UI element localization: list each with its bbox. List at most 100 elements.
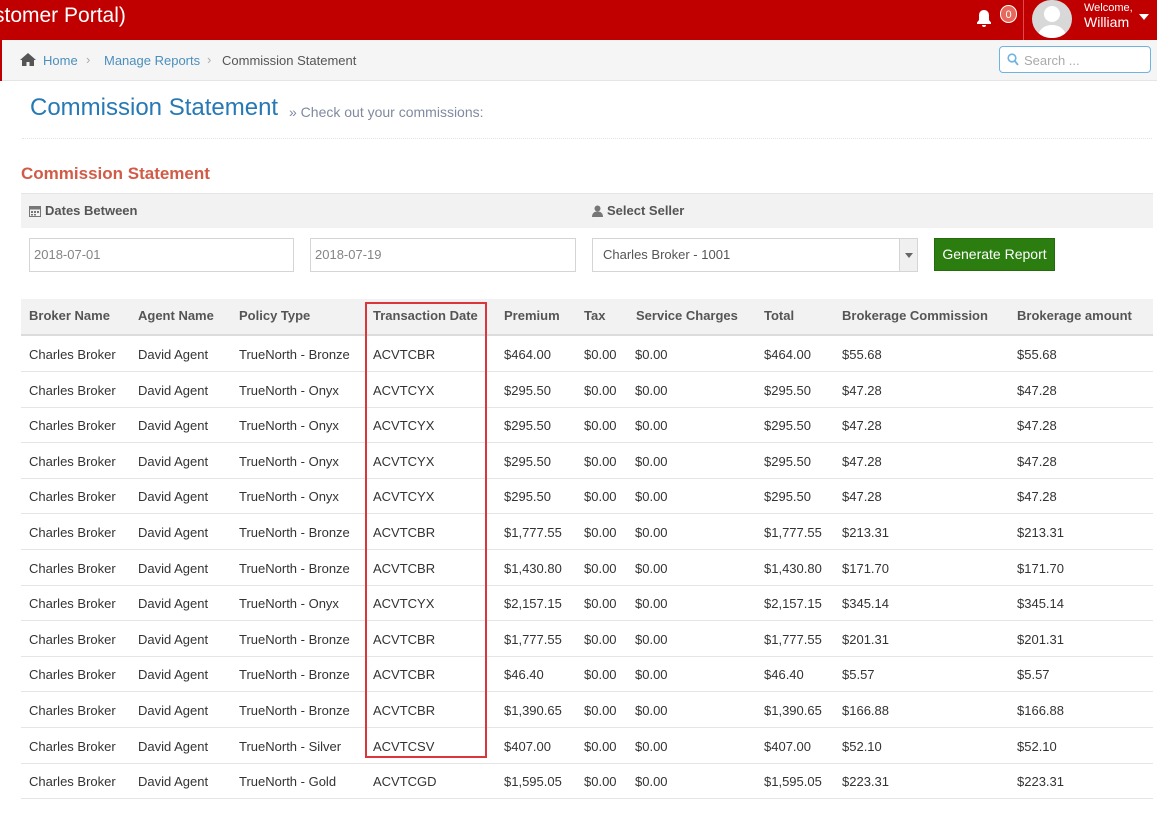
table-cell: $0.00 [635, 703, 668, 718]
table-cell: $0.00 [635, 347, 668, 362]
table-cell: $0.00 [584, 561, 617, 576]
search-placeholder: Search ... [1024, 53, 1080, 68]
table-cell: Charles Broker [29, 525, 116, 540]
breadcrumb-manage-reports[interactable]: Manage Reports [104, 53, 200, 68]
table-cell: $464.00 [764, 347, 811, 362]
table-cell: David Agent [138, 667, 209, 682]
column-header[interactable]: Transaction Date [373, 308, 478, 323]
table-cell: $0.00 [584, 739, 617, 754]
table-row: Charles Broker David Agent TrueNorth - Bro… [21, 621, 1153, 657]
generate-report-button[interactable]: Generate Report [934, 238, 1055, 271]
column-header[interactable]: Brokerage Commission [842, 308, 988, 323]
table-cell: $0.00 [584, 632, 617, 647]
table-cell: $47.28 [1017, 454, 1057, 469]
column-header[interactable]: Agent Name [138, 308, 214, 323]
column-header[interactable]: Premium [504, 308, 560, 323]
home-icon[interactable] [19, 52, 37, 70]
app-title: stomer Portal) [0, 4, 126, 27]
table-cell: $55.68 [1017, 347, 1057, 362]
avatar-icon[interactable] [1032, 0, 1072, 38]
chevron-down-icon[interactable] [899, 239, 917, 271]
table-cell: David Agent [138, 703, 209, 718]
date-from-value: 2018-07-01 [34, 247, 101, 262]
date-from-field[interactable]: 2018-07-01 [29, 238, 294, 272]
column-header[interactable]: Tax [584, 308, 605, 323]
column-header[interactable]: Broker Name [29, 308, 110, 323]
table-cell: $0.00 [584, 774, 617, 789]
table-cell: $0.00 [635, 418, 668, 433]
table-cell: TrueNorth - Bronze [239, 525, 350, 540]
welcome-text: Welcome, [1084, 2, 1133, 14]
table-cell: David Agent [138, 525, 209, 540]
table-row: Charles Broker David Agent TrueNorth - Ony… [21, 407, 1153, 443]
table-row: Charles Broker David Agent TrueNorth - Sil… [21, 728, 1153, 764]
table-cell: $0.00 [635, 489, 668, 504]
table-row: Charles Broker David Agent TrueNorth - Bro… [21, 692, 1153, 728]
column-header[interactable]: Policy Type [239, 308, 310, 323]
table-cell: $0.00 [584, 489, 617, 504]
table-cell: TrueNorth - Bronze [239, 347, 350, 362]
table-cell: ACVTCBR [373, 525, 436, 540]
breadcrumb: Home › Manage Reports › Commission State… [0, 40, 1157, 81]
table-cell: TrueNorth - Onyx [239, 418, 339, 433]
table-cell: TrueNorth - Bronze [239, 561, 350, 576]
table-cell: TrueNorth - Onyx [239, 383, 339, 398]
column-header[interactable]: Service Charges [636, 308, 738, 323]
table-cell: TrueNorth - Bronze [239, 667, 350, 682]
table-cell: ACVTCBR [373, 561, 436, 576]
table-cell: $2,157.15 [504, 596, 562, 611]
table-cell: $295.50 [764, 418, 811, 433]
breadcrumb-separator: › [207, 52, 212, 67]
bell-icon[interactable] [976, 9, 992, 27]
table-row: Charles Broker David Agent TrueNorth - Bro… [21, 336, 1153, 372]
table-cell: David Agent [138, 774, 209, 789]
search-input[interactable]: Search ... [999, 46, 1151, 73]
table-cell: TrueNorth - Onyx [239, 454, 339, 469]
select-seller-label: Select Seller [607, 203, 685, 218]
table-cell: ACVTCYX [373, 383, 435, 398]
table-cell: $5.57 [1017, 667, 1050, 682]
table-row: Charles Broker David Agent TrueNorth - Bro… [21, 514, 1153, 550]
table-cell: ACVTCYX [373, 489, 435, 504]
table-cell: ACVTCYX [373, 596, 435, 611]
table-cell: $2,157.15 [764, 596, 822, 611]
caret-down-icon[interactable] [1139, 14, 1149, 20]
table-cell: Charles Broker [29, 383, 116, 398]
table-cell: $0.00 [584, 667, 617, 682]
table-cell: $166.88 [842, 703, 889, 718]
table-cell: David Agent [138, 489, 209, 504]
column-header[interactable]: Brokerage amount [1017, 308, 1132, 323]
header-divider [22, 138, 1152, 139]
breadcrumb-home[interactable]: Home [43, 53, 78, 68]
table-cell: $0.00 [635, 739, 668, 754]
table-cell: Charles Broker [29, 347, 116, 362]
table-cell: David Agent [138, 739, 209, 754]
table-cell: ACVTCBR [373, 347, 436, 362]
table-cell: $47.28 [842, 489, 882, 504]
table-cell: $0.00 [584, 703, 617, 718]
dates-between-label: Dates Between [45, 203, 138, 218]
table-cell: David Agent [138, 561, 209, 576]
table-cell: $166.88 [1017, 703, 1064, 718]
table-cell: $223.31 [842, 774, 889, 789]
table-cell: $1,777.55 [504, 525, 562, 540]
date-to-value: 2018-07-19 [315, 247, 382, 262]
table-cell: $46.40 [504, 667, 544, 682]
table-cell: $1,595.05 [764, 774, 822, 789]
table-cell: $1,430.80 [764, 561, 822, 576]
table-cell: $213.31 [842, 525, 889, 540]
table-row: Charles Broker David Agent TrueNorth - Bro… [21, 550, 1153, 586]
seller-select[interactable]: Charles Broker - 1001 [592, 238, 918, 272]
table-cell: $0.00 [584, 383, 617, 398]
table-cell: David Agent [138, 383, 209, 398]
table-cell: $213.31 [1017, 525, 1064, 540]
table-cell: $47.28 [842, 383, 882, 398]
user-welcome[interactable]: Welcome, William [1084, 2, 1133, 29]
table-cell: $407.00 [504, 739, 551, 754]
table-cell: ACVTCBR [373, 667, 436, 682]
table-cell: $0.00 [635, 525, 668, 540]
date-to-field[interactable]: 2018-07-19 [310, 238, 576, 272]
column-header[interactable]: Total [764, 308, 794, 323]
notification-badge: 0 [1000, 5, 1017, 23]
table-cell: $201.31 [1017, 632, 1064, 647]
